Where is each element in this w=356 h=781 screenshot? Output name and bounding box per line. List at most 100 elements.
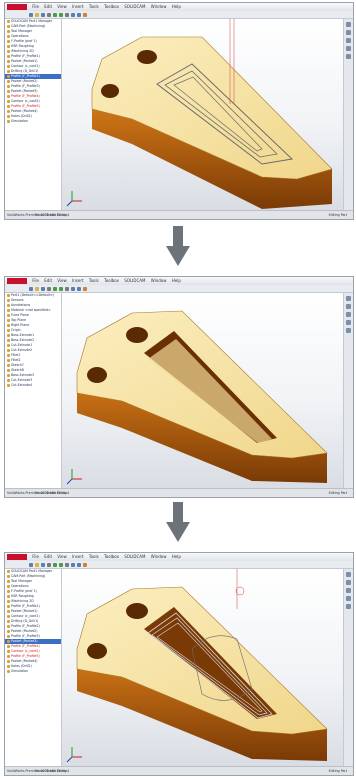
operation-icon — [7, 600, 10, 603]
operation-icon — [7, 610, 10, 613]
cam-manager-tree: SOLIDCAM Part1 Manager CAM-Part (Machini… — [5, 569, 62, 767]
operation-icon — [7, 590, 10, 593]
resources-icon[interactable] — [346, 572, 351, 577]
operation-icon — [7, 595, 10, 598]
tree-item[interactable]: Simulation — [5, 669, 61, 674]
zoom-icon[interactable] — [71, 562, 75, 567]
appearances-icon[interactable] — [346, 54, 351, 59]
save-icon[interactable] — [41, 562, 45, 567]
menu-solidcam[interactable]: SOLIDCAM — [122, 3, 147, 11]
task-pane — [343, 569, 353, 767]
menu-edit[interactable]: Edit — [42, 553, 54, 561]
tree-item[interactable]: Cut-Extrude4 — [5, 383, 61, 388]
undo-icon[interactable] — [53, 12, 57, 17]
menu-view[interactable]: View — [55, 277, 69, 285]
graphics-viewport[interactable] — [62, 19, 343, 211]
rebuild-icon[interactable] — [59, 12, 63, 17]
zoom-icon[interactable] — [71, 286, 75, 291]
menu-toolbox[interactable]: Toolbox — [102, 3, 121, 11]
menu-solidcam[interactable]: SOLIDCAM — [122, 277, 147, 285]
rebuild-icon[interactable] — [59, 562, 63, 567]
menu-help[interactable]: Help — [170, 3, 183, 11]
menu-toolbox[interactable]: Toolbox — [102, 277, 121, 285]
menu-file[interactable]: File — [30, 3, 41, 11]
feature-manager-tree: Part1 (Default<<Default>) Sensors Annota… — [5, 293, 62, 489]
open-icon[interactable] — [35, 12, 39, 17]
explorer-icon[interactable] — [346, 38, 351, 43]
graphics-viewport[interactable] — [62, 293, 343, 489]
menu-file[interactable]: File — [30, 553, 41, 561]
menu-view[interactable]: View — [55, 553, 69, 561]
options-icon[interactable] — [65, 562, 69, 567]
view-orientation-icon[interactable] — [77, 562, 81, 567]
menu-insert[interactable]: Insert — [70, 277, 85, 285]
library-icon[interactable] — [346, 580, 351, 585]
display-style-icon[interactable] — [83, 12, 87, 17]
plane-icon — [7, 314, 10, 317]
menu-solidcam[interactable]: SOLIDCAM — [122, 553, 147, 561]
part-model — [66, 310, 328, 485]
operation-icon — [7, 635, 10, 638]
view-palette-icon[interactable] — [346, 596, 351, 601]
simulation-icon — [7, 120, 10, 123]
menu-edit[interactable]: Edit — [42, 277, 54, 285]
menu-window[interactable]: Window — [149, 553, 169, 561]
folder-icon — [7, 575, 10, 578]
display-style-icon[interactable] — [83, 286, 87, 291]
appearances-icon[interactable] — [346, 328, 351, 333]
display-style-icon[interactable] — [83, 562, 87, 567]
model-tabs[interactable]: Model Motion Study 1 — [35, 767, 70, 775]
status-bar: SolidWorks Premium 2012 x64 Edition Mode… — [5, 488, 353, 497]
open-icon[interactable] — [35, 562, 39, 567]
solidcam-window-2: File Edit View Insert Tools Toolbox SOLI… — [4, 276, 354, 498]
new-icon[interactable] — [29, 562, 33, 567]
print-icon[interactable] — [47, 562, 51, 567]
menu-file[interactable]: File — [30, 277, 41, 285]
menu-insert[interactable]: Insert — [70, 553, 85, 561]
new-icon[interactable] — [29, 286, 33, 291]
view-orientation-icon[interactable] — [77, 12, 81, 17]
menu-edit[interactable]: Edit — [42, 3, 54, 11]
undo-icon[interactable] — [53, 286, 57, 291]
library-icon[interactable] — [346, 304, 351, 309]
new-icon[interactable] — [29, 12, 33, 17]
explorer-icon[interactable] — [346, 588, 351, 593]
menu-tools[interactable]: Tools — [87, 3, 101, 11]
operation-icon — [7, 40, 10, 43]
menu-tools[interactable]: Tools — [87, 277, 101, 285]
menu-toolbox[interactable]: Toolbox — [102, 553, 121, 561]
options-icon[interactable] — [65, 286, 69, 291]
print-icon[interactable] — [47, 286, 51, 291]
save-icon[interactable] — [41, 286, 45, 291]
resources-icon[interactable] — [346, 296, 351, 301]
options-icon[interactable] — [65, 12, 69, 17]
menu-tools[interactable]: Tools — [87, 553, 101, 561]
resources-icon[interactable] — [346, 22, 351, 27]
model-tabs[interactable]: Model Motion Study 1 — [35, 489, 70, 497]
view-palette-icon[interactable] — [346, 320, 351, 325]
part-hole — [137, 50, 157, 64]
save-icon[interactable] — [41, 12, 45, 17]
tree-item[interactable]: Simulation — [5, 119, 61, 124]
menu-help[interactable]: Help — [170, 553, 183, 561]
menu-window[interactable]: Window — [149, 277, 169, 285]
menu-view[interactable]: View — [55, 3, 69, 11]
operation-icon — [7, 630, 10, 633]
operation-icon — [7, 650, 10, 653]
graphics-viewport[interactable] — [62, 569, 343, 767]
part-hole — [87, 367, 107, 383]
open-icon[interactable] — [35, 286, 39, 291]
view-orientation-icon[interactable] — [77, 286, 81, 291]
undo-icon[interactable] — [53, 562, 57, 567]
zoom-icon[interactable] — [71, 12, 75, 17]
appearances-icon[interactable] — [346, 604, 351, 609]
rebuild-icon[interactable] — [59, 286, 63, 291]
library-icon[interactable] — [346, 30, 351, 35]
menu-window[interactable]: Window — [149, 3, 169, 11]
model-tabs[interactable]: Model Motion Study 1 — [35, 211, 70, 219]
explorer-icon[interactable] — [346, 312, 351, 317]
view-palette-icon[interactable] — [346, 46, 351, 51]
print-icon[interactable] — [47, 12, 51, 17]
menu-insert[interactable]: Insert — [70, 3, 85, 11]
menu-help[interactable]: Help — [170, 277, 183, 285]
